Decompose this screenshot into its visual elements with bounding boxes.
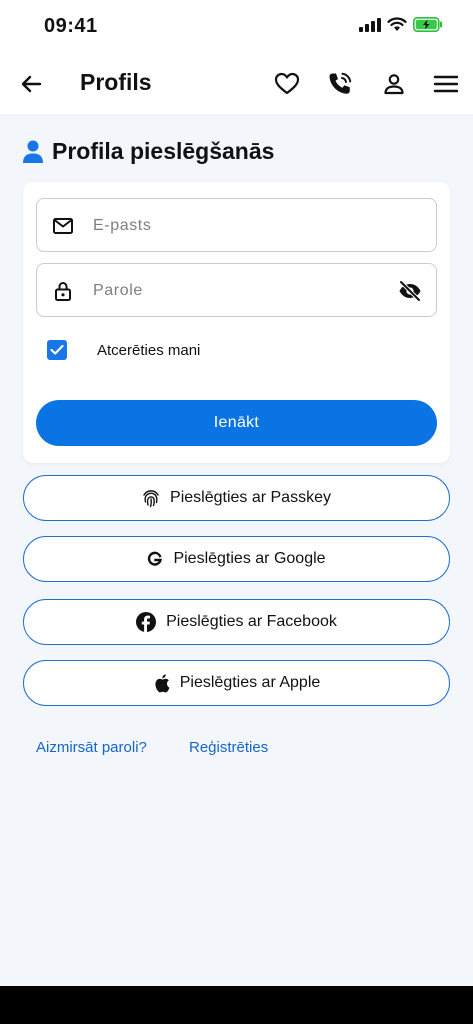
- facebook-login-label: Pieslēgties ar Facebook: [166, 613, 337, 630]
- apple-icon: [155, 674, 170, 693]
- user-icon[interactable]: [380, 70, 408, 98]
- facebook-icon: [136, 612, 157, 632]
- apple-login-label: Pieslēgties ar Apple: [179, 674, 321, 691]
- google-login-label: Pieslēgties ar Google: [173, 550, 326, 567]
- remember-me-checkbox[interactable]: [47, 340, 67, 360]
- wifi-icon: [387, 17, 407, 31]
- user-icon: [23, 140, 43, 163]
- status-bar: 09:41: [0, 0, 473, 56]
- fingerprint-icon: [143, 490, 159, 508]
- status-time: 09:41: [44, 15, 98, 37]
- login-button[interactable]: Ienākt: [36, 400, 437, 446]
- apple-login-button[interactable]: Pieslēgties ar Apple: [23, 660, 450, 706]
- signal-icon: [359, 17, 381, 32]
- heart-icon[interactable]: [273, 70, 301, 98]
- lock-icon: [55, 282, 71, 301]
- phone-icon[interactable]: [326, 70, 354, 98]
- menu-icon[interactable]: [432, 70, 460, 98]
- password-field[interactable]: [36, 263, 437, 317]
- bottom-bar: [0, 986, 473, 1024]
- remember-me-label: Atcerēties mani: [97, 341, 201, 359]
- google-login-button[interactable]: Pieslēgties ar Google: [23, 536, 450, 582]
- arrow-left-icon[interactable]: [18, 70, 46, 98]
- section-header: Profila pieslēgšanās: [22, 138, 274, 165]
- section-title: Profila pieslēgšanās: [52, 138, 275, 164]
- passkey-login-label: Pieslēgties ar Passkey: [170, 489, 331, 506]
- app-header: Profils: [0, 56, 473, 114]
- email-field[interactable]: [36, 198, 437, 252]
- page-title: Profils: [80, 69, 152, 95]
- remember-me-row[interactable]: Atcerēties mani: [47, 340, 200, 360]
- checkmark-icon: [50, 344, 64, 355]
- forgot-password-link[interactable]: Aizmirsāt paroli?: [36, 739, 147, 756]
- passkey-login-button[interactable]: Pieslēgties ar Passkey: [23, 475, 450, 521]
- login-card: Atcerēties mani Ienākt: [23, 182, 450, 463]
- envelope-icon: [53, 218, 73, 234]
- eye-off-icon[interactable]: [398, 279, 422, 303]
- email-input[interactable]: [93, 209, 383, 243]
- register-link[interactable]: Reģistrēties: [189, 739, 268, 756]
- facebook-login-button[interactable]: Pieslēgties ar Facebook: [23, 599, 450, 645]
- status-icons: [359, 17, 443, 32]
- battery-charging-icon: [413, 17, 443, 32]
- google-icon: [148, 551, 163, 566]
- password-input[interactable]: [93, 274, 383, 308]
